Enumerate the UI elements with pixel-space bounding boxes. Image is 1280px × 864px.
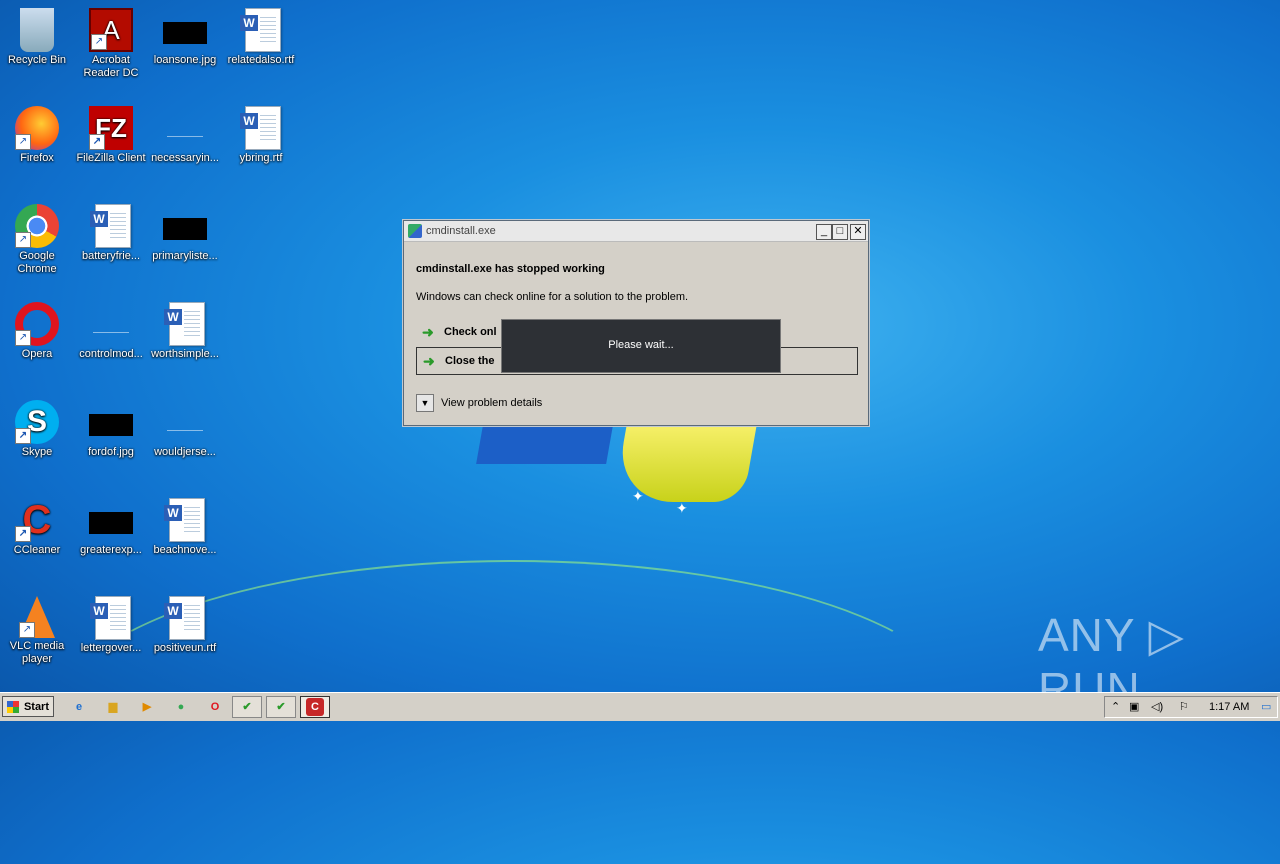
windows-logo-blue xyxy=(476,420,614,464)
maximize-button[interactable]: □ xyxy=(832,224,848,240)
chevron-down-icon[interactable]: ▼ xyxy=(416,394,434,412)
show-desktop-icon[interactable]: ▭ xyxy=(1261,700,1271,713)
shortcut-icon: ↗ xyxy=(15,330,31,346)
recycle-bin-icon xyxy=(20,8,54,52)
sparkle-icon: ✦ xyxy=(632,488,644,504)
desktop-icon-necessaryin[interactable]: necessaryin... xyxy=(148,106,222,165)
word-doc-icon: W xyxy=(89,596,133,640)
system-tray: ⌃ ▣ ◁) ⚐ 1:17 AM ▭ xyxy=(1104,696,1278,718)
word-doc-icon: W xyxy=(163,302,207,346)
network-icon[interactable]: ▣ xyxy=(1129,700,1139,713)
blank-file-icon xyxy=(163,106,207,150)
view-details-label: View problem details xyxy=(441,397,543,409)
desktop-icon-primaryliste[interactable]: primaryliste... xyxy=(148,204,222,263)
image-file-icon xyxy=(163,8,207,52)
windows-flag-icon xyxy=(7,701,19,713)
taskbar: Start e ▆ ▶ ● O ✔ ✔ C ⌃ ▣ ◁) ⚐ 1:17 AM ▭ xyxy=(0,692,1280,721)
desktop-icon-beachnove[interactable]: W beachnove... xyxy=(148,498,222,557)
desktop-icon-recycle-bin[interactable]: Recycle Bin xyxy=(0,8,74,67)
check-online-label: Check onl xyxy=(444,326,497,338)
vlc-icon: ↗ xyxy=(19,596,55,638)
task-icon: ✔ xyxy=(276,701,286,713)
desktop-icon-firefox[interactable]: ↗ Firefox xyxy=(0,106,74,165)
taskbar-task-2[interactable]: ✔ xyxy=(266,696,296,718)
shortcut-icon: ↗ xyxy=(15,134,31,150)
dialog-message: Windows can check online for a solution … xyxy=(416,291,689,303)
ccleaner-taskbar-icon: C xyxy=(306,698,324,716)
app-icon xyxy=(408,224,422,238)
shortcut-icon: ↗ xyxy=(15,232,31,248)
image-file-icon xyxy=(89,400,133,444)
close-button[interactable]: ✕ xyxy=(850,224,866,240)
dialog-heading: cmdinstall.exe has stopped working xyxy=(416,263,605,275)
image-file-icon xyxy=(163,204,207,248)
desktop-icon-loansone[interactable]: loansone.jpg xyxy=(148,8,222,67)
desktop-icon-ccleaner[interactable]: C ↗ CCleaner xyxy=(0,498,74,557)
desktop-icon-fordof[interactable]: fordof.jpg xyxy=(74,400,148,459)
action-center-flag-icon[interactable]: ⚐ xyxy=(1179,700,1189,713)
chrome-icon: ↗ xyxy=(15,204,59,248)
folder-icon[interactable]: ▆ xyxy=(104,698,122,716)
word-doc-icon: W xyxy=(239,106,283,150)
desktop-icon-relatedalso[interactable]: W relatedalso.rtf xyxy=(224,8,298,67)
opera-icon: ↗ xyxy=(15,302,59,346)
blank-file-icon xyxy=(89,302,133,346)
acrobat-icon: A ↗ xyxy=(89,8,133,52)
desktop-icon-greaterexp[interactable]: greaterexp... xyxy=(74,498,148,557)
desktop-icon-acrobat[interactable]: A ↗ Acrobat Reader DC xyxy=(74,8,148,80)
skype-icon: S ↗ xyxy=(15,400,59,444)
desktop-icon-lettergover[interactable]: W lettergover... xyxy=(74,596,148,655)
please-wait-overlay: Please wait... xyxy=(501,319,781,373)
volume-icon[interactable]: ◁) xyxy=(1151,700,1163,713)
desktop-icon-skype[interactable]: S ↗ Skype xyxy=(0,400,74,459)
dialog-title: cmdinstall.exe xyxy=(426,225,496,237)
green-arrow-icon: ➜ xyxy=(422,324,434,340)
filezilla-icon: FZ ↗ xyxy=(89,106,133,150)
opera-taskbar-icon[interactable]: O xyxy=(206,698,224,716)
desktop-icon-controlmod[interactable]: controlmod... xyxy=(74,302,148,361)
desktop-icon-positiveun[interactable]: W positiveun.rtf xyxy=(148,596,222,655)
clock[interactable]: 1:17 AM xyxy=(1209,701,1249,713)
shortcut-icon: ↗ xyxy=(19,622,35,638)
desktop-icon-opera[interactable]: ↗ Opera xyxy=(0,302,74,361)
minimize-button[interactable]: _ xyxy=(816,224,832,240)
ie-icon[interactable]: e xyxy=(70,698,88,716)
word-doc-icon: W xyxy=(239,8,283,52)
desktop-icon-batteryfrie[interactable]: W batteryfrie... xyxy=(74,204,148,263)
image-file-icon xyxy=(89,498,133,542)
desktop-icon-filezilla[interactable]: FZ ↗ FileZilla Client xyxy=(74,106,148,165)
taskbar-task-3[interactable]: C xyxy=(300,696,330,718)
word-doc-icon: W xyxy=(163,498,207,542)
word-doc-icon: W xyxy=(89,204,133,248)
ccleaner-icon: C ↗ xyxy=(15,498,59,542)
desktop-icon-wouldjerse[interactable]: wouldjerse... xyxy=(148,400,222,459)
shortcut-icon: ↗ xyxy=(91,34,107,50)
blank-file-icon xyxy=(163,400,207,444)
dialog-titlebar[interactable]: cmdinstall.exe _ □ ✕ xyxy=(404,221,868,242)
media-player-icon[interactable]: ▶ xyxy=(138,698,156,716)
shortcut-icon: ↗ xyxy=(89,134,105,150)
start-button[interactable]: Start xyxy=(2,696,54,717)
tray-expand-icon[interactable]: ⌃ xyxy=(1111,700,1120,713)
green-arrow-icon: ➜ xyxy=(423,353,435,369)
firefox-icon: ↗ xyxy=(15,106,59,150)
close-program-label: Close the xyxy=(445,355,495,367)
shortcut-icon: ↗ xyxy=(15,526,31,542)
taskbar-task-1[interactable]: ✔ xyxy=(232,696,262,718)
desktop-icon-worthsimple[interactable]: W worthsimple... xyxy=(148,302,222,361)
sparkle-icon: ✦ xyxy=(676,500,688,516)
task-icon: ✔ xyxy=(242,701,252,713)
shortcut-icon: ↗ xyxy=(15,428,31,444)
desktop-icon-ybring[interactable]: W ybring.rtf xyxy=(224,106,298,165)
chrome-taskbar-icon[interactable]: ● xyxy=(172,698,190,716)
error-dialog: cmdinstall.exe _ □ ✕ cmdinstall.exe has … xyxy=(403,220,869,426)
word-doc-icon: W xyxy=(163,596,207,640)
desktop-icon-chrome[interactable]: ↗ Google Chrome xyxy=(0,204,74,276)
desktop-icon-vlc[interactable]: ↗ VLC media player xyxy=(0,596,74,666)
